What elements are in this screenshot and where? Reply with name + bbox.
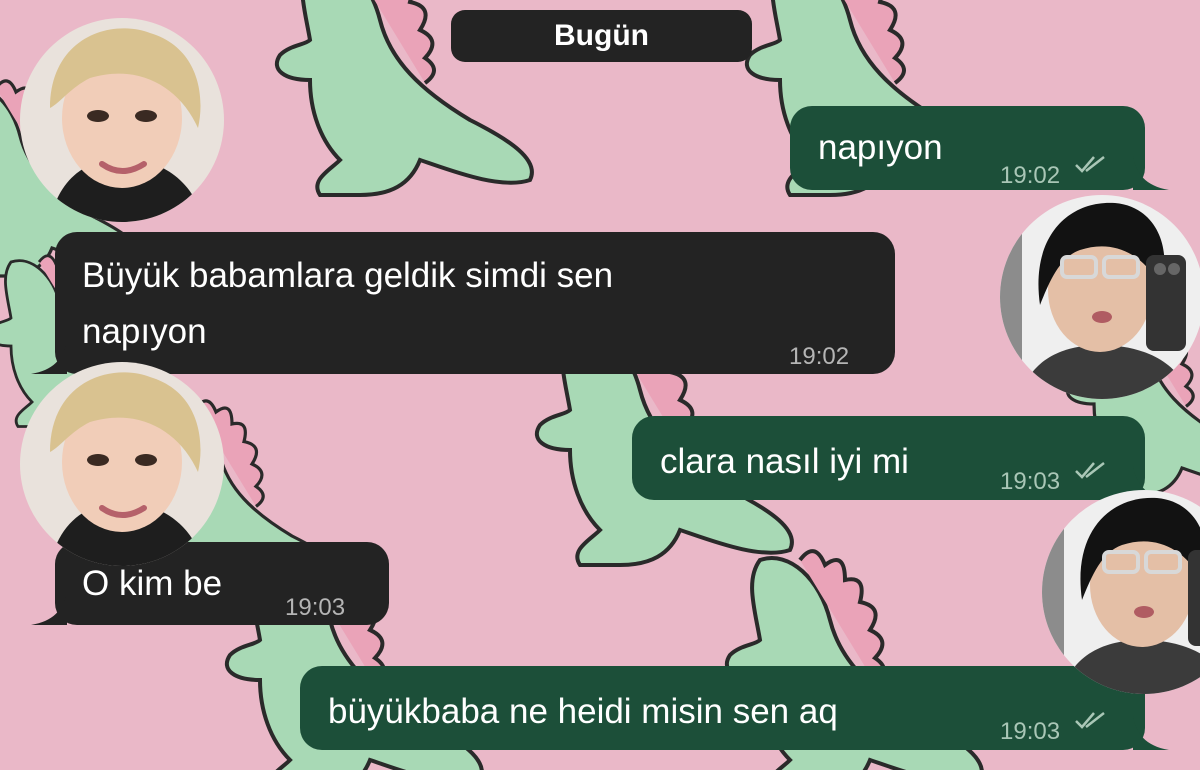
date-separator: Bugün xyxy=(451,10,752,62)
bubble-tail xyxy=(31,591,67,625)
message-time: 19:03 xyxy=(1000,468,1061,495)
avatar-portrait-icon xyxy=(20,18,224,222)
message-text-line-2: napıyon xyxy=(82,312,207,351)
bubble-tail xyxy=(31,340,67,374)
message-time: 19:03 xyxy=(285,594,346,621)
message-text: O kim be xyxy=(82,564,223,603)
bubble-tail xyxy=(1133,716,1169,750)
message-time: 19:03 xyxy=(1000,718,1061,745)
message-text: büyükbaba ne heidi misin sen aq xyxy=(328,692,838,731)
message-bubble-outgoing[interactable]: napıyon 19:02 xyxy=(790,106,1169,190)
user-avatar[interactable] xyxy=(1000,195,1200,399)
contact-avatar[interactable] xyxy=(20,18,224,222)
avatar-portrait-icon xyxy=(1000,195,1200,399)
double-check-icon xyxy=(1075,462,1105,479)
avatar-portrait-icon xyxy=(20,362,224,566)
message-bubble-outgoing[interactable]: büyükbaba ne heidi misin sen aq 19:03 xyxy=(300,666,1169,750)
message-bubble-outgoing[interactable]: clara nasıl iyi mi 19:03 xyxy=(632,416,1169,500)
double-check-icon xyxy=(1075,712,1105,729)
message-time: 19:02 xyxy=(789,343,850,370)
message-text: napıyon xyxy=(818,128,943,167)
double-check-icon xyxy=(1075,156,1105,173)
contact-avatar[interactable] xyxy=(20,362,224,566)
message-bubble-incoming[interactable]: Büyük babamlara geldik simdi sen napıyon… xyxy=(31,232,895,374)
message-time: 19:02 xyxy=(1000,162,1061,189)
bubble-tail xyxy=(1133,156,1169,190)
date-label: Bugün xyxy=(554,19,649,52)
message-text: clara nasıl iyi mi xyxy=(660,442,909,481)
message-text-line-1: Büyük babamlara geldik simdi sen xyxy=(82,256,614,295)
